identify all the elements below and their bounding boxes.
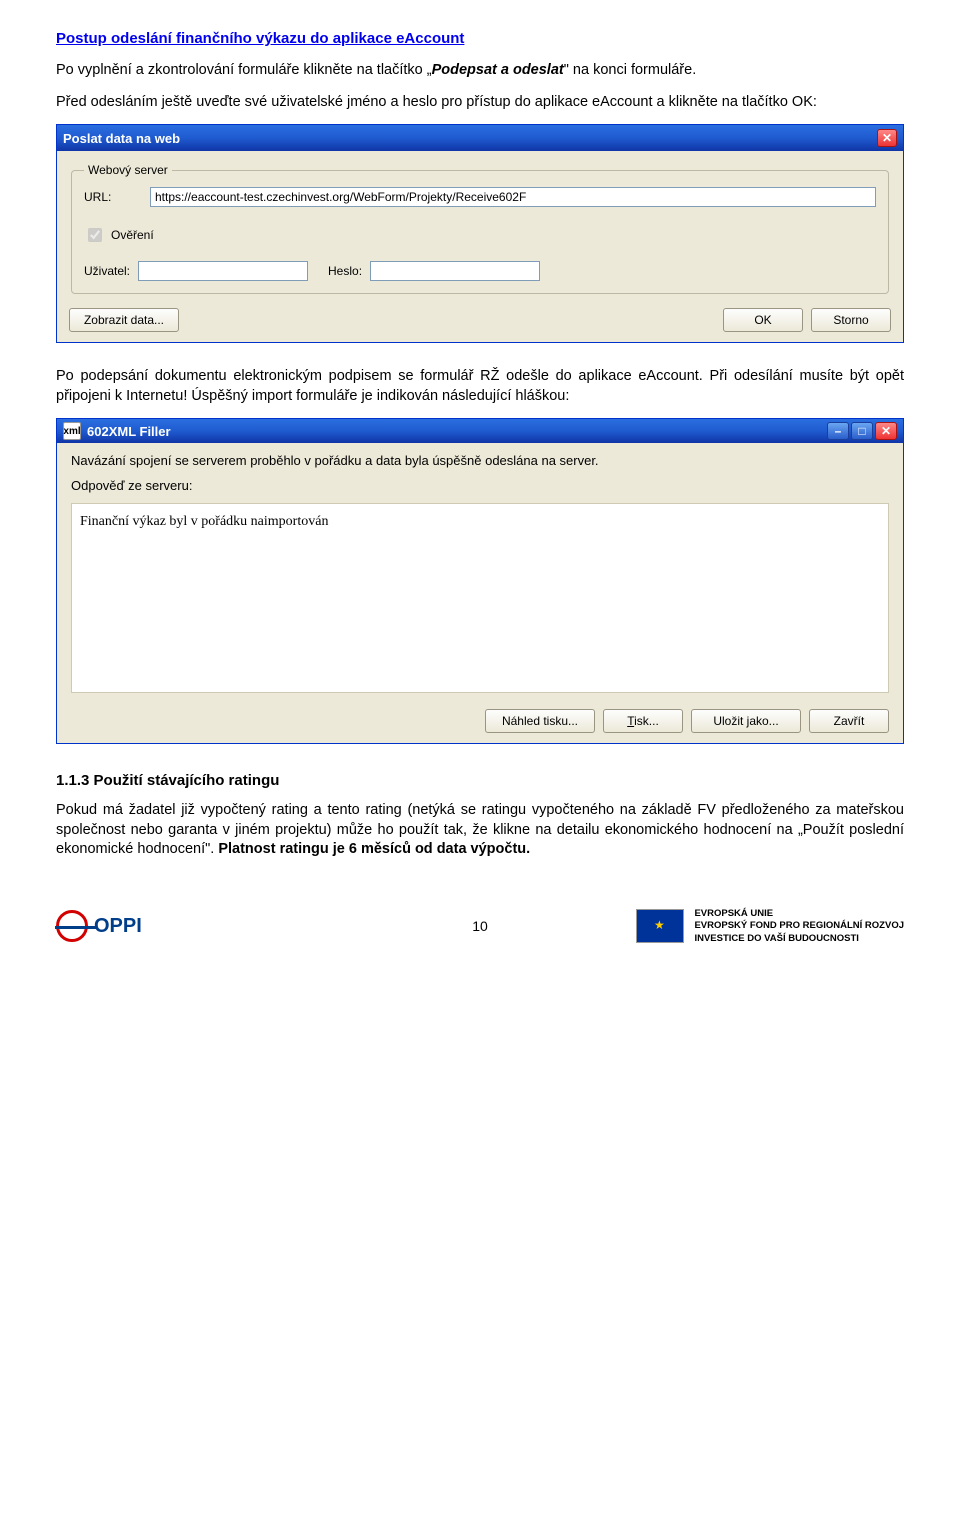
show-data-button[interactable]: Zobrazit data...	[69, 308, 179, 332]
verify-label: Ověření	[111, 228, 154, 242]
paragraph-3: Po podepsání dokumentu elektronickým pod…	[56, 367, 904, 406]
window-close-button[interactable]: ✕	[875, 422, 897, 440]
user-label: Uživatel:	[84, 264, 130, 278]
app-icon: xml	[63, 422, 81, 440]
eu-line-3: INVESTICE DO VAŠÍ BUDOUCNOSTI	[694, 933, 904, 945]
oppi-text: OPPI	[94, 915, 142, 938]
close-button[interactable]: ✕	[877, 129, 897, 147]
page-footer: OPPI 10 EVROPSKÁ UNIE EVROPSKÝ FOND PRO …	[56, 908, 904, 945]
url-row: URL:	[84, 187, 876, 207]
close-window-button[interactable]: Zavřít	[809, 709, 889, 733]
url-label: URL:	[84, 190, 140, 204]
verify-checkbox[interactable]	[88, 228, 102, 242]
eu-line-1: EVROPSKÁ UNIE	[694, 908, 904, 920]
credentials-row: Uživatel: Heslo:	[84, 261, 876, 281]
oppi-circle-icon	[56, 910, 88, 942]
url-input[interactable]	[150, 187, 876, 207]
eu-flag-icon	[636, 909, 684, 943]
pass-input[interactable]	[370, 261, 540, 281]
paragraph-4-bold: Platnost ratingu je 6 měsíců od data výp…	[218, 841, 530, 857]
dialog-title: Poslat data na web	[63, 131, 180, 146]
paragraph-1-a: Po vyplnění a zkontrolování formuláře kl…	[56, 62, 432, 78]
response-label: Odpověď ze serveru:	[71, 478, 889, 493]
pass-label: Heslo:	[328, 264, 362, 278]
connection-message: Navázání spojení se serverem proběhlo v …	[71, 453, 889, 468]
dialog-titlebar: Poslat data na web ✕	[57, 125, 903, 151]
eu-line-2: EVROPSKÝ FOND PRO REGIONÁLNÍ ROZVOJ	[694, 920, 904, 932]
section-heading: 1.1.3 Použití stávajícího ratingu	[56, 772, 904, 789]
cancel-button[interactable]: Storno	[811, 308, 891, 332]
dialog-button-row: Zobrazit data... OK Storno	[69, 308, 891, 332]
user-input[interactable]	[138, 261, 308, 281]
oppi-logo: OPPI	[56, 910, 142, 942]
window-titlebar: xml 602XML Filler – □ ✕	[57, 419, 903, 443]
print-preview-button[interactable]: Náhled tisku...	[485, 709, 595, 733]
response-textarea: Finanční výkaz byl v pořádku naimportová…	[71, 503, 889, 693]
minimize-button[interactable]: –	[827, 422, 849, 440]
group-legend: Webový server	[84, 163, 172, 177]
print-button[interactable]: Tisk...	[603, 709, 683, 733]
save-as-button[interactable]: Uložit jako...	[691, 709, 801, 733]
eu-text-block: EVROPSKÁ UNIE EVROPSKÝ FOND PRO REGIONÁL…	[694, 908, 904, 945]
print-rest: isk...	[634, 714, 659, 728]
maximize-button[interactable]: □	[851, 422, 873, 440]
paragraph-4: Pokud má žadatel již vypočtený rating a …	[56, 801, 904, 860]
send-data-dialog: Poslat data na web ✕ Webový server URL: …	[56, 124, 904, 343]
window-button-bar: Náhled tisku... Tisk... Uložit jako... Z…	[71, 705, 889, 733]
eu-logo: EVROPSKÁ UNIE EVROPSKÝ FOND PRO REGIONÁL…	[636, 908, 904, 945]
dialog-body: Webový server URL: Ověření Uživatel: Hes…	[57, 151, 903, 342]
heading-link[interactable]: Postup odeslání finančního výkazu do apl…	[56, 30, 464, 47]
page-number: 10	[472, 918, 488, 934]
paragraph-1-c: " na konci formuláře.	[564, 62, 696, 78]
filler-window: xml 602XML Filler – □ ✕ Navázání spojení…	[56, 418, 904, 744]
paragraph-1-bold: Podepsat a odeslat	[432, 62, 564, 78]
paragraph-2: Před odesláním ještě uveďte své uživatel…	[56, 93, 904, 113]
window-body: Navázání spojení se serverem proběhlo v …	[57, 443, 903, 743]
verify-row: Ověření	[84, 225, 876, 245]
ok-button[interactable]: OK	[723, 308, 803, 332]
web-server-group: Webový server URL: Ověření Uživatel: Hes…	[71, 163, 889, 294]
window-title: 602XML Filler	[87, 424, 171, 439]
paragraph-1: Po vyplnění a zkontrolování formuláře kl…	[56, 61, 904, 81]
